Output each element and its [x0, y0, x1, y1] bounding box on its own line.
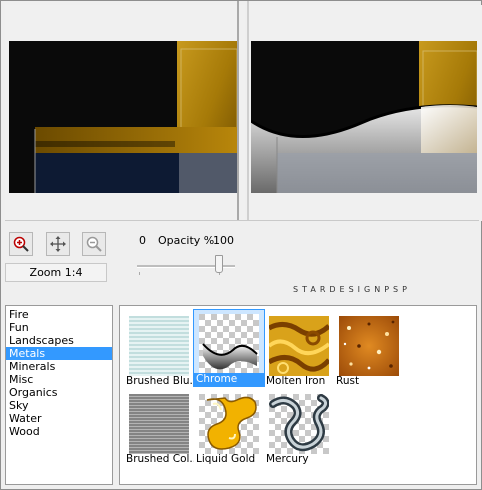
opacity-slider-thumb[interactable]: [215, 255, 223, 273]
swatch-tile[interactable]: Molten Iron: [264, 312, 334, 388]
original-preview: [5, 5, 245, 221]
category-item[interactable]: Misc: [6, 373, 112, 386]
slider-tick: [139, 272, 140, 275]
swatch-label: Chrome: [194, 373, 264, 386]
opacity-max-label: 100: [213, 234, 234, 247]
zoom-in-button[interactable]: [9, 232, 33, 256]
swatch-label: Mercury: [266, 453, 309, 465]
watermark: STARDESIGNPSP: [293, 285, 411, 294]
swatch-label: Liquid Gold: [196, 453, 256, 465]
pan-button[interactable]: [46, 232, 70, 256]
liquid-gold-texture: [199, 394, 259, 454]
category-item[interactable]: Fire: [6, 308, 112, 321]
brushed-color-texture: [129, 394, 189, 454]
swatch-tile[interactable]: Liquid Gold: [194, 390, 264, 466]
zoom-out-button[interactable]: [82, 232, 106, 256]
category-item[interactable]: Organics: [6, 386, 112, 399]
category-item[interactable]: Landscapes: [6, 334, 112, 347]
swatch-tile[interactable]: Brushed Col...: [124, 390, 194, 466]
molten-iron-texture: [269, 316, 329, 376]
swatch-tile-selected[interactable]: Chrome: [193, 309, 265, 387]
category-item-selected[interactable]: Metals: [6, 347, 112, 360]
original-preview-image: [9, 41, 237, 193]
swatch-tile[interactable]: Rust: [334, 312, 404, 388]
swatch-label: Molten Iron: [266, 375, 326, 387]
zoom-level-label: Zoom 1:4: [5, 263, 107, 282]
swatch-label: Brushed Col...: [126, 453, 194, 465]
opacity-label: Opacity %: [158, 234, 215, 247]
opacity-min-label: 0: [139, 234, 146, 247]
category-item[interactable]: Fun: [6, 321, 112, 334]
swatch-tile[interactable]: Brushed Blu...: [124, 312, 194, 388]
zoom-out-icon: [86, 236, 102, 252]
zoom-in-icon: [13, 236, 29, 252]
swatch-label: Rust: [336, 375, 360, 387]
category-item[interactable]: Wood: [6, 425, 112, 438]
brushed-blue-texture: [129, 316, 189, 376]
texture-dialog: Zoom 1:4 0 Opacity % 100 STARDESIGNPSP F…: [0, 0, 482, 490]
preview-divider: [237, 1, 239, 221]
category-list[interactable]: Fire Fun Landscapes Metals Minerals Misc…: [5, 305, 113, 485]
texture-swatch-grid: Brushed Blu... Chrome Molten Iron Rust B…: [119, 305, 477, 485]
swatch-label: Brushed Blu...: [126, 375, 194, 387]
mercury-texture: [269, 394, 329, 454]
section-divider: [5, 220, 479, 221]
result-preview-image: [251, 41, 477, 193]
chrome-texture: [199, 314, 259, 374]
rust-texture: [339, 316, 399, 376]
result-preview: [249, 5, 482, 221]
swatch-tile[interactable]: Mercury: [264, 390, 334, 466]
category-item[interactable]: Sky: [6, 399, 112, 412]
category-item[interactable]: Minerals: [6, 360, 112, 373]
move-icon: [50, 236, 66, 252]
category-item[interactable]: Water: [6, 412, 112, 425]
